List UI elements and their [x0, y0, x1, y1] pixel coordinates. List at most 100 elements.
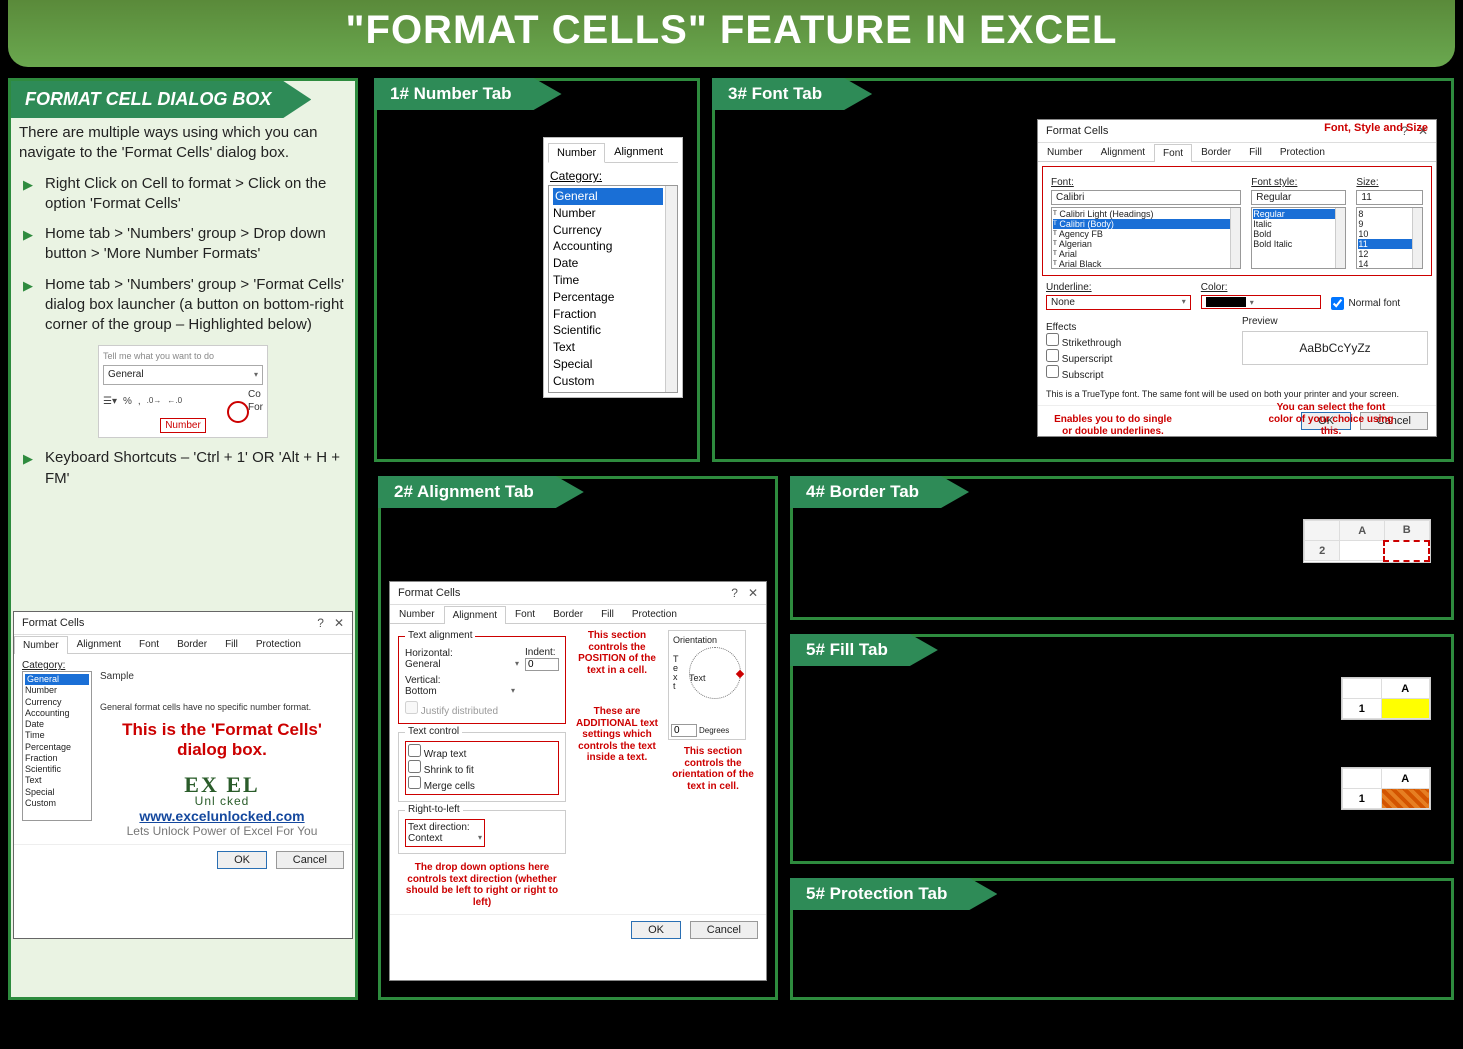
- tab-protection[interactable]: Protection: [1271, 143, 1334, 161]
- size-list[interactable]: 8 9 10 11 12 14: [1356, 207, 1423, 269]
- underline-label: Underline:: [1046, 282, 1191, 293]
- callout-position: This section controls the POSITION of th…: [572, 630, 662, 676]
- tab-protection[interactable]: Protection: [247, 635, 310, 653]
- bullet-2: Home tab > 'Numbers' group > Drop down b…: [23, 224, 347, 265]
- underline-select[interactable]: None▾: [1046, 295, 1191, 310]
- number-group-label: Number: [160, 418, 206, 434]
- size-label: Size:: [1356, 177, 1378, 188]
- dlg-title-text: Format Cells: [398, 587, 460, 599]
- callout-orient: This section controls the orientation of…: [668, 746, 758, 792]
- dlg-title-text: Format Cells: [1046, 125, 1108, 137]
- style-label: Font style:: [1251, 177, 1297, 188]
- sub-check[interactable]: Subscript: [1046, 365, 1232, 381]
- callout-color: You can select the font color of your ch…: [1266, 402, 1396, 438]
- tab-font[interactable]: Font: [506, 605, 544, 623]
- help-icon[interactable]: ?: [731, 586, 738, 600]
- scrollbar[interactable]: [665, 186, 677, 392]
- bullet-4: Keyboard Shortcuts – 'Ctrl + 1' OR 'Alt …: [23, 448, 347, 489]
- close-icon[interactable]: ✕: [748, 586, 758, 600]
- section-head-fill: 5# Fill Tab: [790, 634, 938, 666]
- category-list[interactable]: General Number Currency Accounting Date …: [548, 185, 678, 393]
- size-input[interactable]: 11: [1356, 190, 1423, 205]
- align-dialog: Format Cells ? ✕ Number Alignment Font Bo…: [389, 581, 767, 981]
- tab-font[interactable]: Font: [130, 635, 168, 653]
- style-input[interactable]: Regular: [1251, 190, 1346, 205]
- tab-fill[interactable]: Fill: [592, 605, 623, 623]
- sidebar-head: FORMAT CELL DIALOG BOX: [11, 81, 311, 118]
- tab-border[interactable]: Border: [1192, 143, 1240, 161]
- tab-alignment[interactable]: Alignment: [68, 635, 130, 653]
- rtl-group: Right-to-left Text direction: Context▾: [398, 810, 566, 854]
- callout-control: These are ADDITIONAL text settings which…: [572, 706, 662, 764]
- color-select[interactable]: ▾: [1201, 295, 1322, 309]
- tab-fill[interactable]: Fill: [1240, 143, 1271, 161]
- cancel-button[interactable]: Cancel: [690, 921, 758, 939]
- section-head-protection: 5# Protection Tab: [790, 878, 997, 910]
- tab-font[interactable]: Font: [1154, 144, 1192, 162]
- text-alignment-group: Text alignment Horizontal: General▾ Inde…: [398, 636, 566, 724]
- tab-number[interactable]: Number: [390, 605, 444, 623]
- color-label: Color:: [1201, 282, 1322, 293]
- tab-border[interactable]: Border: [168, 635, 216, 653]
- category-label: Category:: [22, 660, 344, 671]
- merge-check[interactable]: Merge cells: [408, 776, 556, 792]
- tab-number[interactable]: Number: [1038, 143, 1092, 161]
- mini-tab-alignment[interactable]: Alignment: [605, 142, 672, 162]
- border-sample: AB 2: [1303, 519, 1431, 563]
- horizontal-select[interactable]: General▾: [405, 659, 519, 670]
- tab-alignment[interactable]: Alignment: [444, 606, 506, 624]
- tab-number[interactable]: Number: [14, 636, 68, 654]
- preview-label: Preview: [1242, 316, 1428, 327]
- super-check[interactable]: Superscript: [1046, 349, 1232, 365]
- text-control-group: Text control Wrap text Shrink to fit Mer…: [398, 732, 566, 802]
- tab-protection[interactable]: Protection: [623, 605, 686, 623]
- help-icon[interactable]: ?: [317, 616, 324, 630]
- bullet-3: Home tab > 'Numbers' group > 'Format Cel…: [23, 275, 347, 336]
- ribbon-screenshot: Tell me what you want to do General▾ ☰▾ …: [98, 345, 268, 438]
- strike-check[interactable]: Strikethrough: [1046, 333, 1232, 349]
- close-icon[interactable]: ✕: [334, 616, 344, 630]
- panel-protection: 5# Protection Tab: [790, 878, 1454, 1000]
- callout-textdir: The drop down options here controls text…: [398, 862, 566, 908]
- sidebar-panel: FORMAT CELL DIALOG BOX There are multipl…: [8, 78, 358, 1000]
- wrap-check[interactable]: Wrap text: [408, 744, 556, 760]
- truetype-note: This is a TrueType font. The same font w…: [1046, 389, 1428, 399]
- shrink-check[interactable]: Shrink to fit: [408, 760, 556, 776]
- number-category-mini: Number Alignment Category: General Numbe…: [543, 137, 683, 398]
- panel-border: 4# Border Tab AB 2: [790, 476, 1454, 620]
- tab-border[interactable]: Border: [544, 605, 592, 623]
- red-callout: This is the 'Format Cells' dialog box.: [100, 720, 344, 760]
- ok-button[interactable]: OK: [631, 921, 681, 939]
- website-link[interactable]: www.excelunlocked.com: [100, 808, 344, 824]
- intro-text: There are multiple ways using which you …: [19, 123, 347, 164]
- launcher-circle-icon: [227, 401, 249, 423]
- section-head-border: 4# Border Tab: [790, 476, 969, 508]
- red-head-label: Font, Style and Size: [1324, 122, 1428, 134]
- tab-alignment[interactable]: Alignment: [1092, 143, 1154, 161]
- font-input[interactable]: Calibri: [1051, 190, 1241, 205]
- normal-font-check[interactable]: Normal font: [1331, 294, 1428, 312]
- style-list[interactable]: Regular Italic Bold Bold Italic: [1251, 207, 1346, 269]
- sample-label: Sample: [100, 671, 344, 682]
- font-dialog: Format Cells ?✕ Number Alignment Font Bo…: [1037, 119, 1437, 437]
- mini-tab-number[interactable]: Number: [548, 143, 605, 163]
- tab-fill[interactable]: Fill: [216, 635, 247, 653]
- panel-font: 3# Font Tab Format Cells ?✕ Number Align…: [712, 78, 1454, 462]
- tagline: Lets Unlock Power of Excel For You: [100, 824, 344, 838]
- degrees-stepper[interactable]: [671, 724, 697, 737]
- font-list[interactable]: ᵀ Calibri Light (Headings) ᵀ Calibri (Bo…: [1051, 207, 1241, 269]
- callout-underline: Enables you to do single or double under…: [1048, 414, 1178, 438]
- textdir-select[interactable]: Context▾: [408, 833, 482, 844]
- vertical-select[interactable]: Bottom▾: [405, 686, 515, 697]
- category-list[interactable]: General Number Currency Accounting Date …: [22, 671, 92, 821]
- sidebar-dialog: Format Cells ?✕ Number Alignment Font Bo…: [13, 611, 353, 939]
- panel-number: 1# Number Tab Number Alignment Category:…: [374, 78, 700, 462]
- panel-fill: 5# Fill Tab A1 A1: [790, 634, 1454, 864]
- ok-button[interactable]: OK: [217, 851, 267, 869]
- section-head-align: 2# Alignment Tab: [378, 476, 584, 508]
- cancel-button[interactable]: Cancel: [276, 851, 344, 869]
- section-head-font: 3# Font Tab: [712, 78, 872, 110]
- indent-stepper[interactable]: [525, 658, 559, 671]
- orientation-box[interactable]: Orientation Text Text Degrees: [668, 630, 746, 740]
- panel-alignment: 2# Alignment Tab Format Cells ? ✕ Number …: [378, 476, 778, 1000]
